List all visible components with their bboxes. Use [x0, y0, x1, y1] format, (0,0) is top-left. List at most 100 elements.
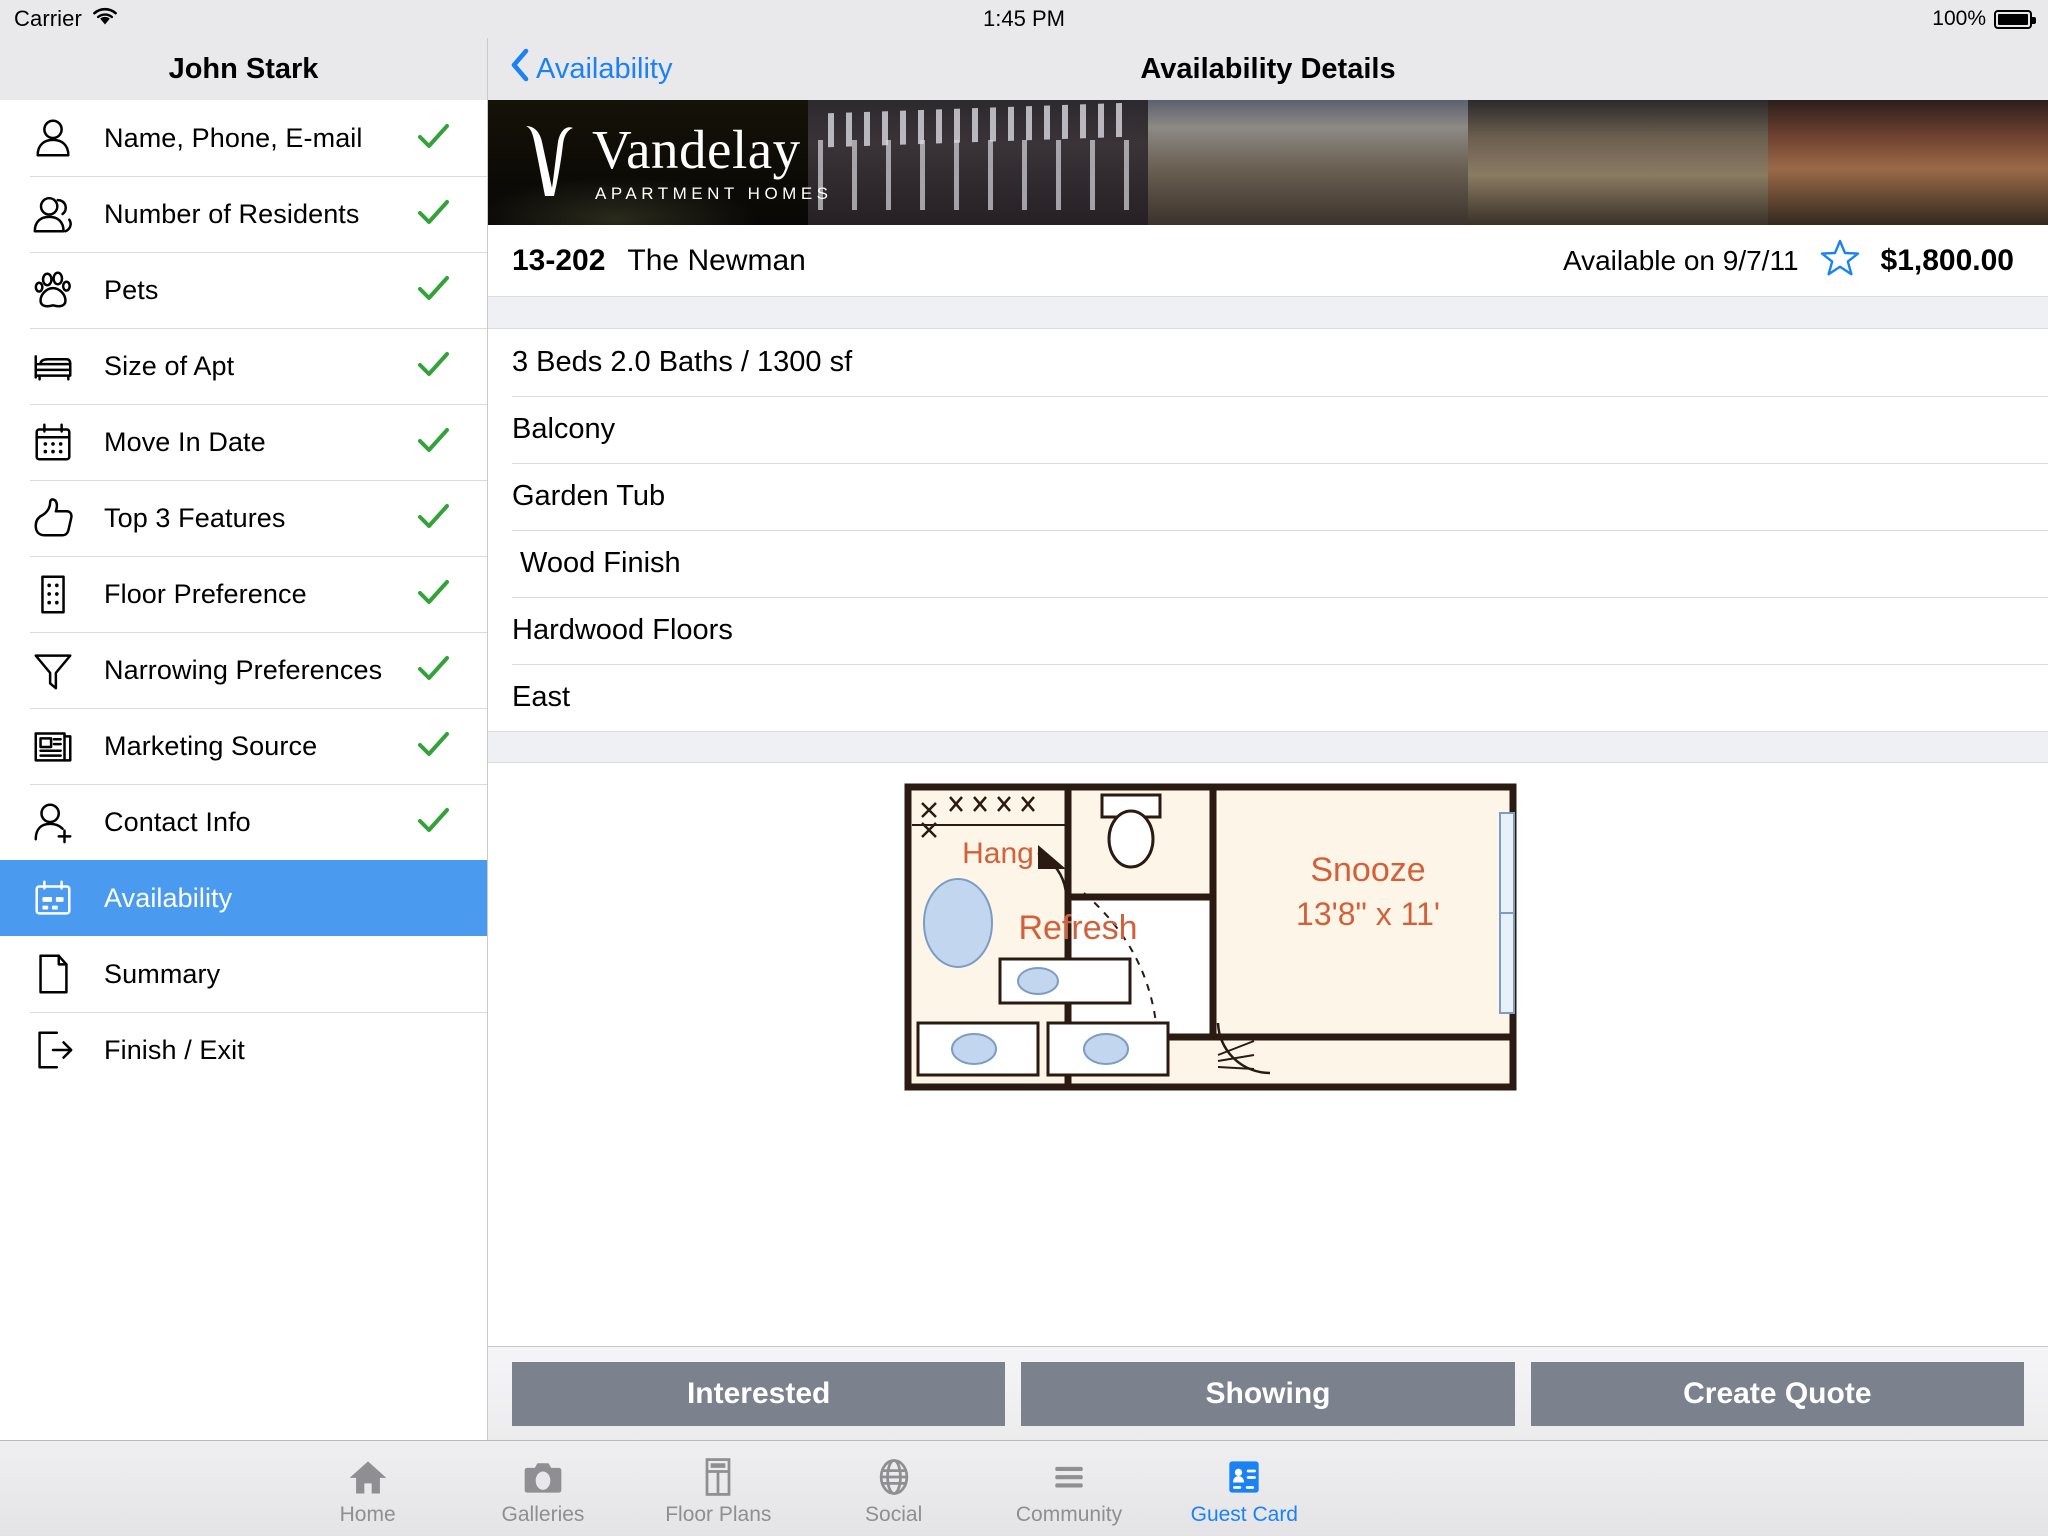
newspaper-icon [30, 723, 84, 769]
tab-floor-plans[interactable]: Floor Plans [631, 1441, 806, 1536]
sidebar-item-label: Availability [104, 882, 233, 913]
tab-social[interactable]: Social [806, 1441, 981, 1536]
navigation-bar: Availability Availability Details [488, 38, 2048, 100]
sidebar-item-contact-info[interactable]: Contact Info [0, 784, 487, 860]
tab-label: Community [1015, 1502, 1123, 1526]
property-banner: Vandelay APARTMENT HOMES [488, 100, 2048, 225]
tab-label: Galleries [501, 1502, 585, 1526]
sidebar-item-label: Top 3 Features [104, 502, 286, 533]
sidebar-item-finish-exit[interactable]: Finish / Exit [0, 1012, 487, 1088]
floorplan-icon [696, 1451, 740, 1499]
feature-row: Wood Finish [488, 530, 2048, 597]
vandelay-logo: Vandelay APARTMENT HOMES [520, 122, 833, 204]
sidebar-item-label: Finish / Exit [104, 1034, 245, 1065]
checkmark-icon [413, 724, 453, 769]
bed-icon [30, 343, 84, 389]
floorplan-room-label-snooze: Snooze [1310, 851, 1425, 889]
person-icon [30, 115, 84, 161]
sidebar-item-label: Contact Info [104, 806, 251, 837]
sidebar-item-label: Summary [104, 958, 221, 989]
page-title: Availability Details [1140, 52, 1396, 85]
sidebar-item-list: Name, Phone, E-mail Number of Residents Pe… [0, 100, 487, 1440]
feature-row: Garden Tub [488, 463, 2048, 530]
tab-guest-card[interactable]: Guest Card [1157, 1441, 1332, 1536]
globe-icon [872, 1451, 916, 1499]
people-icon [30, 191, 84, 237]
unit-name-label: The Newman [627, 243, 806, 277]
feature-row: Balcony [488, 396, 2048, 463]
sidebar-item-move-in-date[interactable]: Move In Date [0, 404, 487, 480]
tab-label: Guest Card [1190, 1502, 1298, 1526]
tab-home[interactable]: Home [280, 1441, 455, 1536]
unit-summary-row: 13-202 The Newman Available on 9/7/11 $1… [488, 225, 2048, 297]
floorplan-drawing: Snooze 13'8" x 11' Refresh Hang [904, 783, 1517, 1091]
floorplan-room-label-hang: Hang [962, 837, 1034, 870]
sidebar-item-label: Move In Date [104, 426, 266, 457]
unit-availability-label: Available on 9/7/11 [1562, 244, 1799, 276]
interested-button[interactable]: Interested [512, 1361, 1006, 1426]
section-separator-bottom [488, 731, 2048, 763]
section-separator-top [488, 297, 2048, 329]
bottom-tab-bar: Home Galleries Floor Plans Social Community G… [0, 1440, 2048, 1536]
paw-icon [30, 267, 84, 313]
tab-label: Home [339, 1502, 396, 1526]
vandelay-name-label: Vandelay [592, 119, 801, 180]
showing-button[interactable]: Showing [1021, 1361, 1515, 1426]
thumbs-up-icon [30, 495, 84, 541]
tab-galleries[interactable]: Galleries [455, 1441, 630, 1536]
sidebar-item-top-3-features[interactable]: Top 3 Features [0, 480, 487, 556]
building-icon [30, 571, 84, 617]
star-outline-icon[interactable] [1819, 237, 1861, 284]
create-quote-button[interactable]: Create Quote [1530, 1361, 2024, 1426]
funnel-icon [30, 647, 84, 693]
sidebar-item-pets[interactable]: Pets [0, 252, 487, 328]
split-view: John Stark Name, Phone, E-mail Number of … [0, 38, 2048, 1440]
sidebar-item-narrowing-preferences[interactable]: Narrowing Preferences [0, 632, 487, 708]
sidebar-item-label: Pets [104, 274, 159, 305]
checkmark-icon [413, 420, 453, 465]
vandelay-v-icon [520, 122, 578, 198]
camera-icon [521, 1451, 565, 1499]
document-icon [30, 951, 84, 997]
sidebar-item-summary[interactable]: Summary [0, 936, 487, 1012]
floorplan-room-dims-snooze: 13'8" x 11' [1296, 896, 1440, 932]
sidebar-item-label: Narrowing Preferences [104, 654, 383, 685]
ipad-app-window: Carrier 1:45 PM 100% John Stark Name, Ph… [0, 0, 2048, 1536]
guest-card-icon [1222, 1451, 1266, 1499]
sidebar-item-marketing-source[interactable]: Marketing Source [0, 708, 487, 784]
vandelay-tagline-label: APARTMENT HOMES [595, 184, 833, 203]
checkmark-icon [413, 192, 453, 237]
status-bar: Carrier 1:45 PM 100% [0, 0, 2048, 38]
sidebar-item-availability[interactable]: Availability [0, 860, 487, 936]
sidebar-item-floor-preference[interactable]: Floor Preference [0, 556, 487, 632]
unit-price-label: $1,800.00 [1880, 243, 2014, 277]
sidebar-item-label: Name, Phone, E-mail [104, 122, 363, 153]
checkmark-icon [413, 648, 453, 693]
calendar-icon [30, 419, 84, 465]
sidebar-item-number-of-residents[interactable]: Number of Residents [0, 176, 487, 252]
tab-community[interactable]: Community [981, 1441, 1156, 1536]
unit-number-label: 13-202 [512, 243, 606, 277]
floorplan-room-label-refresh: Refresh [1018, 909, 1137, 947]
sidebar-title: John Stark [0, 38, 487, 100]
sidebar-item-label: Marketing Source [104, 730, 318, 761]
availability-card-icon [30, 875, 84, 921]
list-lines-icon [1047, 1451, 1091, 1499]
home-icon [346, 1451, 390, 1499]
sidebar-item-size-of-apt[interactable]: Size of Apt [0, 328, 487, 404]
action-button-bar: Interested Showing Create Quote [488, 1346, 2048, 1440]
sidebar: John Stark Name, Phone, E-mail Number of … [0, 38, 488, 1440]
feature-list: 3 Beds 2.0 Baths / 1300 sf Balcony Garden … [488, 329, 2048, 731]
sidebar-item-label: Floor Preference [104, 578, 307, 609]
sidebar-item-name-phone-e-mail[interactable]: Name, Phone, E-mail [0, 100, 487, 176]
checkmark-icon [413, 800, 453, 845]
feature-row: 3 Beds 2.0 Baths / 1300 sf [512, 346, 853, 378]
floorplan-area[interactable]: Snooze 13'8" x 11' Refresh Hang [488, 763, 2048, 1346]
checkmark-icon [413, 572, 453, 617]
checkmark-icon [413, 268, 453, 313]
sidebar-item-label: Size of Apt [104, 350, 235, 381]
checkmark-icon [413, 496, 453, 541]
checkmark-icon [413, 344, 453, 389]
feature-row: Hardwood Floors [488, 597, 2048, 664]
sidebar-item-label: Number of Residents [104, 198, 360, 229]
